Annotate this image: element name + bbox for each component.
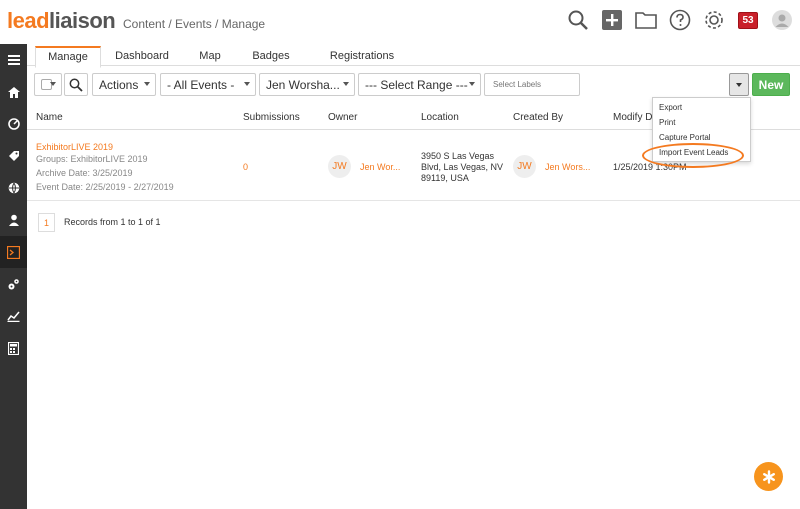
creator-avatar: JW [513,155,536,178]
labels-input[interactable] [484,73,580,96]
tab-badges[interactable]: Badges [248,47,294,67]
range-label: --- Select Range --- [365,77,468,92]
column-created-by[interactable]: Created By [513,112,563,123]
new-button[interactable]: New [752,73,790,96]
records-count: Records from 1 to 1 of 1 [64,217,161,227]
chevron-down-icon [736,83,742,87]
chevron-down-icon [144,82,150,86]
sidebar [0,44,27,509]
chevron-down-icon [469,82,475,86]
column-name[interactable]: Name [36,112,63,123]
column-submissions[interactable]: Submissions [243,112,300,123]
submissions-count[interactable]: 0 [243,162,248,172]
events-filter-label: - All Events - [167,77,235,92]
creator-name-link[interactable]: Jen Wors... [545,162,590,172]
top-icons: 53 [566,8,794,32]
column-owner[interactable]: Owner [328,112,357,123]
chevron-down-icon [244,82,250,86]
plus-icon[interactable] [600,8,624,32]
globe-icon[interactable] [0,172,27,204]
search-icon [69,78,83,92]
event-groups: Groups: ExhibitorLIVE 2019 [36,154,148,164]
range-dropdown[interactable]: --- Select Range --- [358,73,481,96]
owner-avatar: JW [328,155,351,178]
search-icon[interactable] [566,8,590,32]
event-location: 3950 S Las Vegas Blvd, Las Vegas, NV 891… [421,151,511,184]
logo-lead: lead [7,8,50,33]
column-location[interactable]: Location [421,112,459,123]
tag-icon[interactable] [0,140,27,172]
owner-filter-dropdown[interactable]: Jen Worsha... [259,73,355,96]
tab-map[interactable]: Map [190,47,230,67]
actions-dropdown[interactable]: Actions [92,73,156,96]
location-line-2: Blvd, Las Vegas, NV [421,162,504,172]
notification-count: 53 [738,11,758,29]
page-button[interactable]: 1 [38,213,55,232]
help-fab[interactable] [754,462,783,491]
person-icon[interactable] [0,204,27,236]
event-archive-date: Archive Date: 3/25/2019 [36,168,133,178]
chevron-down-icon [50,82,56,86]
menu-item-export[interactable]: Export [659,103,682,112]
settings-icon[interactable] [0,268,27,300]
logo-liaison: liaison [49,8,116,33]
dashboard-icon[interactable] [0,108,27,140]
top-bar: leadliaison Content / Events / Manage 53 [0,0,800,44]
actions-label: Actions [99,77,139,92]
tab-registrations[interactable]: Registrations [312,47,412,67]
location-line-1: 3950 S Las Vegas [421,151,495,161]
event-name-link[interactable]: ExhibitorLIVE 2019 [36,142,113,152]
user-avatar-icon[interactable] [770,8,794,32]
menu-item-print[interactable]: Print [659,118,675,127]
folder-icon[interactable] [634,8,658,32]
events-filter-dropdown[interactable]: - All Events - [160,73,256,96]
search-button[interactable] [64,73,88,96]
notification-badge[interactable]: 53 [736,8,760,32]
location-line-3: 89119, USA [421,173,469,183]
asterisk-icon [762,469,775,484]
events-icon[interactable] [0,236,27,268]
tab-dashboard[interactable]: Dashboard [109,47,175,67]
menu-icon[interactable] [0,44,27,76]
calculator-icon[interactable] [0,332,27,364]
select-all-dropdown[interactable] [34,73,62,96]
menu-item-capture-portal[interactable]: Capture Portal [659,133,711,142]
highlight-ring [642,143,744,168]
logo[interactable]: leadliaison [7,8,116,34]
tab-manage[interactable]: Manage [35,46,101,68]
help-icon[interactable] [668,8,692,32]
analytics-icon[interactable] [0,300,27,332]
chevron-down-icon [343,82,349,86]
owner-filter-label: Jen Worsha... [266,77,340,92]
owner-name-link[interactable]: Jen Wor... [360,162,400,172]
event-date: Event Date: 2/25/2019 - 2/27/2019 [36,182,174,192]
more-actions-button[interactable] [729,73,749,96]
breadcrumb: Content / Events / Manage [123,17,266,31]
tab-bar: Manage Dashboard Map Badges Registration… [27,44,800,68]
home-icon[interactable] [0,76,27,108]
gear-icon[interactable] [702,8,726,32]
